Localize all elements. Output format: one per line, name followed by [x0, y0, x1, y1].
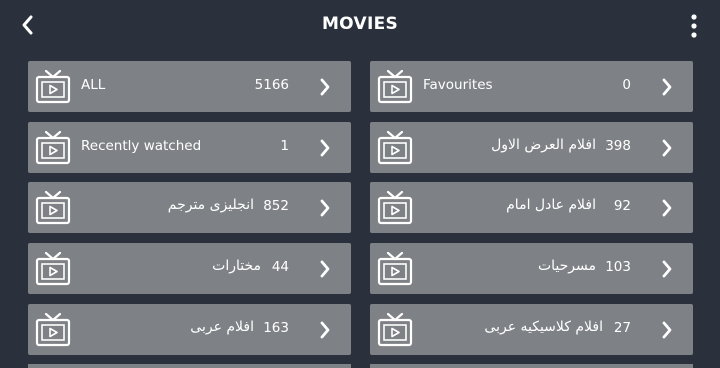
- category-label: مسرحيات: [537, 258, 596, 274]
- category-tile-english-subtitled[interactable]: انجليزى مترجم 852: [28, 182, 351, 233]
- category-count: 852: [263, 198, 289, 214]
- category-grid: ALL 5166 Favourites 0 Recently watched 1: [0, 0, 720, 368]
- category-tile-all[interactable]: ALL 5166: [28, 61, 351, 112]
- category-label: Favourites: [423, 77, 493, 93]
- tv-icon: [35, 312, 71, 347]
- tv-icon: [35, 190, 71, 225]
- category-tile-favourites[interactable]: Favourites 0: [370, 61, 693, 112]
- tv-icon: [377, 312, 413, 347]
- category-label: افلام عربى: [190, 319, 254, 335]
- category-tile-recently-watched[interactable]: Recently watched 1: [28, 122, 351, 173]
- category-count: 5166: [254, 77, 289, 93]
- category-count: 398: [605, 138, 631, 154]
- category-count: 27: [613, 320, 631, 336]
- tv-icon: [35, 69, 71, 104]
- category-tile-classic-arabic[interactable]: افلام كلاسيكيه عربى 27: [370, 304, 693, 355]
- category-count: 0: [622, 77, 631, 93]
- category-tile-adel-emam-movies[interactable]: افلام عادل امام 92: [370, 182, 693, 233]
- chevron-right-icon: [320, 78, 330, 96]
- tv-icon: [377, 251, 413, 286]
- category-label: مختارات: [212, 258, 261, 274]
- tv-icon: [35, 130, 71, 165]
- category-count: 163: [263, 320, 289, 336]
- category-label: افلام عادل امام: [506, 197, 596, 213]
- chevron-right-icon: [320, 321, 330, 339]
- chevron-right-icon: [662, 139, 672, 157]
- category-label: ALL: [81, 77, 106, 93]
- category-count: 92: [613, 198, 631, 214]
- chevron-right-icon: [662, 260, 672, 278]
- category-count: 1: [280, 138, 289, 154]
- tv-icon: [377, 190, 413, 225]
- category-tile-plays[interactable]: مسرحيات 103: [370, 243, 693, 294]
- list-item-partial: [28, 364, 351, 368]
- category-count: 103: [605, 259, 631, 275]
- category-label: انجليزى مترجم: [167, 197, 254, 213]
- category-tile-arabic-movies[interactable]: افلام عربى 163: [28, 304, 351, 355]
- chevron-right-icon: [662, 78, 672, 96]
- chevron-right-icon: [320, 199, 330, 217]
- category-count: 44: [271, 259, 289, 275]
- chevron-right-icon: [320, 139, 330, 157]
- category-label: Recently watched: [81, 138, 202, 154]
- category-label: افلام العرض الاول: [491, 137, 596, 153]
- chevron-right-icon: [320, 260, 330, 278]
- chevron-right-icon: [662, 199, 672, 217]
- list-item-partial: [370, 364, 693, 368]
- tv-icon: [377, 130, 413, 165]
- category-tile-selections[interactable]: مختارات 44: [28, 243, 351, 294]
- tv-icon: [35, 251, 71, 286]
- category-label: افلام كلاسيكيه عربى: [484, 319, 603, 335]
- chevron-right-icon: [662, 321, 672, 339]
- category-tile-premiere-movies[interactable]: افلام العرض الاول 398: [370, 122, 693, 173]
- tv-icon: [377, 69, 413, 104]
